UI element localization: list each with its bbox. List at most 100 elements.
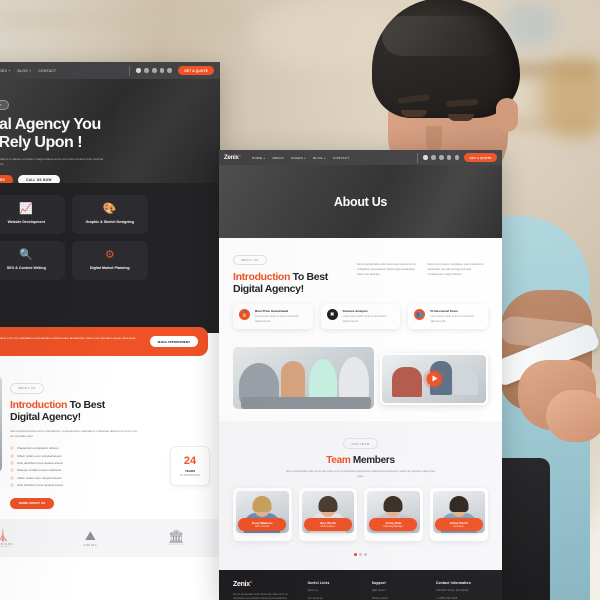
front-page-navbar: Zenix° HOME + ABOUT PAGES + BLOG + CONTA… bbox=[219, 150, 502, 165]
person-hair bbox=[372, 0, 520, 118]
checklist-item: ✓ Cillum nullam vero voluptad assum bbox=[10, 475, 161, 480]
search-icon[interactable] bbox=[167, 68, 173, 73]
checklist-item-label: Odio doloribus locus quaerat assum bbox=[17, 483, 64, 488]
footer-about-text: Sed ut perspiciatis unde omnis iste natu… bbox=[233, 592, 288, 600]
back-services-section: Sed ut perspiciatis unde omnis iste natu… bbox=[0, 183, 220, 333]
back-hero-subtitle: Sed eiusmod tempor incididunt ut labore … bbox=[0, 156, 104, 167]
search-document-icon: 🔍 bbox=[19, 249, 34, 262]
back-hero-badge: DIGITAL AGENCY bbox=[0, 100, 9, 110]
front-intro-text-columns: Sed ut perspiciatis unde omnis iste natu… bbox=[357, 248, 488, 295]
footer-link[interactable]: Privacy Policy bbox=[372, 596, 424, 600]
front-intro-column-1: Sed ut perspiciatis unde omnis iste natu… bbox=[357, 263, 416, 276]
check-icon: ✓ bbox=[10, 446, 14, 451]
back-hero-title: Digital Agency You Can Rely Upon ! bbox=[0, 116, 136, 152]
back-intro-title-accent: Introduction bbox=[10, 399, 68, 412]
service-card[interactable]: ⚙ Digital Market Planning bbox=[71, 241, 148, 281]
twitter-icon[interactable] bbox=[431, 155, 436, 160]
front-nav-cta-button[interactable]: GET A QUOTE bbox=[464, 153, 497, 162]
person-eye bbox=[448, 114, 474, 121]
checklist-item-label: Cillum nullam vero voluptad assum bbox=[17, 453, 62, 458]
settings-gear-icon: ⚙ bbox=[104, 249, 115, 262]
front-nav-logo[interactable]: Zenix° bbox=[224, 155, 241, 161]
team-member-name-pill: Dony Madison CEO, Founder bbox=[238, 518, 287, 532]
analytics-icon: ✖ bbox=[326, 309, 338, 321]
team-title-accent: Team bbox=[326, 454, 351, 466]
team-member-card[interactable]: Johny Smith Developer bbox=[429, 488, 488, 542]
years-sublabel: OF EXPERIENCE bbox=[179, 474, 201, 478]
footer-column-heading: Contact Information bbox=[435, 580, 471, 585]
back-nav-link-blog[interactable]: BLOG + bbox=[18, 69, 32, 73]
facebook-icon[interactable] bbox=[423, 155, 428, 160]
linkedin-icon[interactable] bbox=[446, 155, 452, 160]
service-card[interactable]: 📈 Website Development bbox=[0, 195, 65, 235]
instagram-icon[interactable] bbox=[438, 155, 444, 160]
team-carousel-dots[interactable] bbox=[233, 553, 488, 556]
front-intro-title-rest: To Best bbox=[290, 271, 329, 283]
team-member-name-pill: Hery Worth Web Designer bbox=[303, 518, 352, 532]
check-icon: ✓ bbox=[10, 483, 14, 488]
front-intro-title: Introduction To Best Digital Agency! bbox=[233, 271, 345, 295]
front-intro-title-line1: Introduction To Best bbox=[233, 271, 345, 283]
front-intro-heading-block: ABOUT US Introduction To Best Digital Ag… bbox=[233, 248, 345, 295]
front-intro-column-2: Nemo enim ipsam voluptatem quia voluptas… bbox=[427, 263, 484, 276]
person-hand bbox=[546, 390, 600, 442]
checklist-item-label: Odio doloribus locus quaerat assum bbox=[17, 461, 64, 466]
front-nav-link-contact[interactable]: CONTACT bbox=[333, 156, 349, 160]
front-feature-cards: 🏅 Best Price Guaranteed Lorem ipsum dolo… bbox=[233, 304, 489, 329]
checklist-item: ✓ Praesentium voluptatum dolores bbox=[10, 446, 161, 451]
facebook-icon[interactable] bbox=[136, 68, 141, 73]
back-nav-link-pages[interactable]: PAGES + bbox=[0, 69, 11, 73]
play-video-button[interactable] bbox=[426, 371, 442, 387]
linkedin-icon[interactable] bbox=[159, 68, 165, 73]
front-nav-link-about[interactable]: ABOUT bbox=[272, 156, 284, 160]
instagram-icon[interactable] bbox=[151, 68, 157, 73]
front-intro-title-accent: Introduction bbox=[233, 271, 291, 283]
more-about-us-button[interactable]: MORE ABOUT US bbox=[10, 497, 55, 509]
carousel-dot[interactable] bbox=[364, 553, 367, 556]
make-appointment-button[interactable]: MAKE APPOINTMENT bbox=[149, 336, 198, 348]
footer-link[interactable]: Help Center bbox=[372, 588, 424, 593]
front-nav-link-home[interactable]: HOME + bbox=[252, 156, 265, 160]
footer-logo[interactable]: Zenix° bbox=[233, 581, 296, 588]
person-nose bbox=[426, 126, 442, 152]
footer-column-heading: Support bbox=[371, 580, 386, 585]
team-member-card[interactable]: Hery Worth Web Designer bbox=[298, 488, 357, 542]
front-nav-social-icons bbox=[423, 155, 460, 160]
team-member-card[interactable]: Dony Madison CEO, Founder bbox=[233, 488, 292, 542]
footer-column-heading: Useful Links bbox=[307, 580, 330, 585]
footer-link[interactable]: About us bbox=[308, 588, 360, 593]
twitter-icon[interactable] bbox=[144, 68, 149, 73]
feature-card[interactable]: 👥 Professional Team Lorem ipsum dolor si… bbox=[408, 304, 489, 329]
office-workers-video-thumbnail[interactable] bbox=[379, 352, 488, 405]
carousel-dot-active[interactable] bbox=[354, 553, 357, 556]
search-icon[interactable] bbox=[454, 155, 460, 160]
feature-card[interactable]: ✖ Finance Analysis Lorem ipsum dolor sit… bbox=[320, 304, 401, 329]
service-card[interactable]: 🔍 SEO & Content Writing bbox=[0, 241, 65, 281]
team-member-name-pill: Johny Dale Marketing Manager bbox=[369, 518, 418, 532]
feature-card[interactable]: 🏅 Best Price Guaranteed Lorem ipsum dolo… bbox=[233, 304, 313, 329]
carousel-dot[interactable] bbox=[359, 553, 362, 556]
checklist-item-label: Cillum nullam vero voluptad assum bbox=[17, 475, 62, 480]
team-members-grid: Dony Madison CEO, Founder Hery Worth Web… bbox=[233, 488, 488, 542]
back-intro-photo bbox=[0, 376, 2, 473]
partner-logo: 🗼 AMERICAN REAL ESTATE bbox=[0, 528, 13, 548]
footer-contact-item: 1234 Elm Street, Springfield bbox=[435, 588, 469, 592]
service-card[interactable]: 🎨 Graphic & Sketch Designing bbox=[71, 195, 148, 235]
front-nav-link-pages[interactable]: PAGES + bbox=[291, 156, 306, 160]
feature-card-desc: Lorem ipsum dolor sit amet consectetur a… bbox=[430, 315, 475, 323]
front-nav-link-blog[interactable]: BLOG + bbox=[313, 156, 326, 160]
front-nav-logo-text: Zenix bbox=[224, 154, 239, 161]
feature-card-title: Finance Analysis bbox=[342, 309, 368, 314]
check-icon: ✓ bbox=[10, 461, 14, 466]
back-nav-cta-button[interactable]: GET A QUOTE bbox=[178, 65, 214, 76]
back-page-mockup: Zenix° PAGES + BLOG + CONTACT GET A QUOT… bbox=[0, 62, 220, 600]
footer-link[interactable]: Our Services bbox=[308, 596, 360, 600]
team-member-card[interactable]: Johny Dale Marketing Manager bbox=[364, 488, 423, 542]
team-member-name: Johny Smith bbox=[449, 521, 468, 526]
chart-growth-icon: 📈 bbox=[19, 203, 34, 215]
back-cta-text: Sed ut perspiciatis unde omnis iste natu… bbox=[0, 336, 136, 341]
years-number: 24 bbox=[183, 454, 197, 467]
background-shelf-band bbox=[0, 10, 240, 30]
back-nav-link-contact[interactable]: CONTACT bbox=[38, 69, 56, 73]
team-member-name: Johny Dale bbox=[385, 521, 402, 526]
